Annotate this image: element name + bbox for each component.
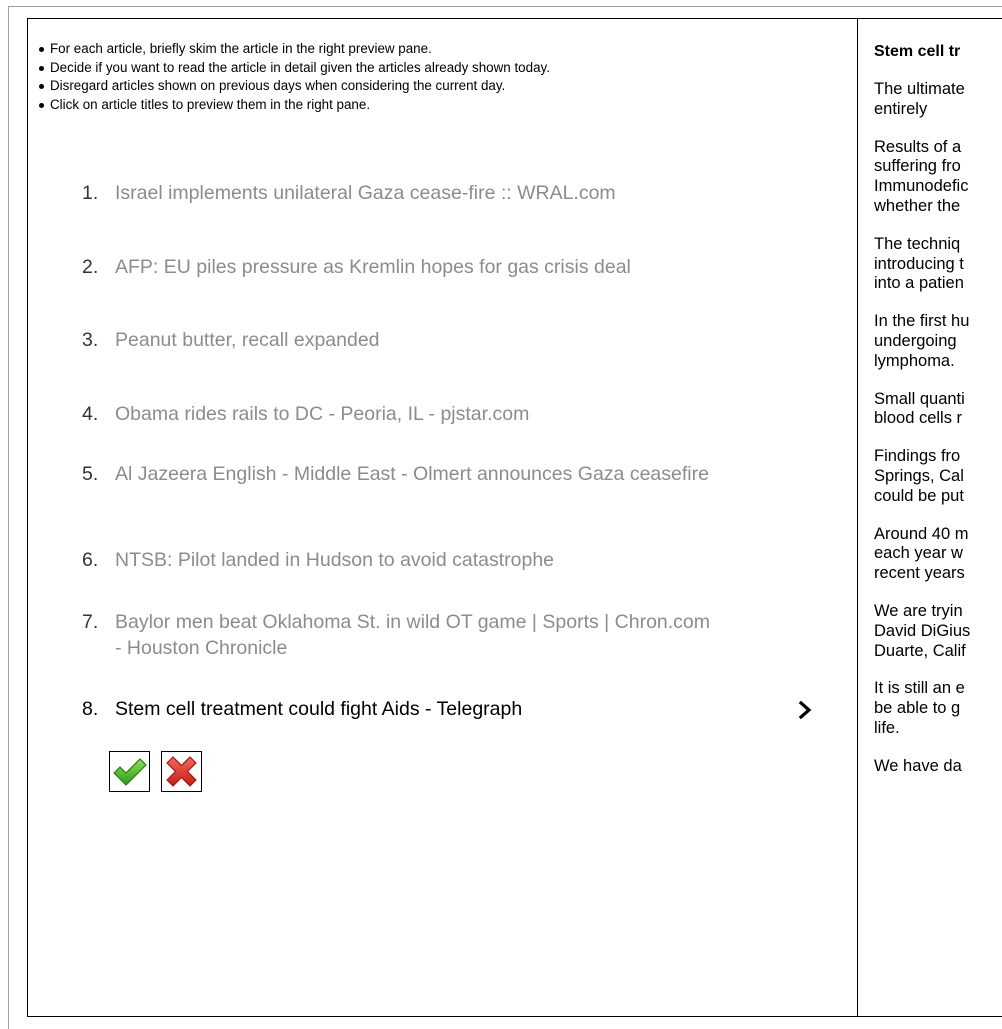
article-number: 5. [82, 463, 99, 485]
article-number: 7. [82, 611, 99, 633]
preview-paragraph: Results of a suffering fro Immunodefic whet… [874, 137, 969, 215]
preview-content: Stem cell tr The ultimate entirely Results… [874, 42, 1002, 795]
experiment-panel: For each article, briefly skim the artic… [27, 18, 1002, 1017]
article-title-link[interactable]: Stem cell treatment could fight Aids - T… [115, 697, 715, 723]
article-item: 4. Obama rides rails to DC - Peoria, IL … [82, 402, 722, 428]
preview-paragraph: It is still an e be able to g life. [874, 679, 965, 737]
article-number: 2. [82, 256, 99, 278]
article-item: 2. AFP: EU piles pressure as Kremlin hop… [82, 255, 722, 281]
preview-body: The ultimate entirely Results of a sufferin… [874, 80, 1002, 777]
article-number: 4. [82, 403, 99, 425]
preview-paragraph: We have da [874, 756, 962, 775]
accept-button[interactable] [109, 751, 150, 792]
preview-paragraph: The ultimate entirely [874, 80, 965, 118]
chevron-right-icon[interactable] [795, 700, 815, 720]
article-number: 8. [82, 698, 99, 720]
article-item-selected: 8. Stem cell treatment could fight Aids … [82, 697, 722, 723]
preview-paragraph: The techniq introducing t into a patien [874, 234, 964, 293]
article-title-link[interactable]: Al Jazeera English - Middle East - Olmer… [115, 462, 715, 488]
reject-button[interactable] [161, 751, 202, 792]
article-title-link[interactable]: AFP: EU piles pressure as Kremlin hopes … [115, 255, 715, 281]
preview-paragraph: Findings fro Springs, Cal could be put [874, 447, 964, 505]
article-item: 7. Baylor men beat Oklahoma St. in wild … [82, 610, 722, 661]
article-title-link[interactable]: Obama rides rails to DC - Peoria, IL - p… [115, 402, 715, 428]
article-number: 1. [82, 182, 99, 204]
article-title-link[interactable]: Israel implements unilateral Gaza cease-… [115, 181, 715, 207]
green-check-icon [113, 758, 147, 786]
article-item: 5. Al Jazeera English - Middle East - Ol… [82, 462, 722, 488]
article-title-link[interactable]: NTSB: Pilot landed in Hudson to avoid ca… [115, 548, 715, 574]
article-preview-pane[interactable]: Stem cell tr The ultimate entirely Results… [858, 19, 1002, 1016]
preview-paragraph: In the first hu undergoing lymphoma. [874, 312, 970, 370]
instruction-item: For each article, briefly skim the artic… [34, 40, 550, 59]
article-title-link[interactable]: Peanut butter, recall expanded [115, 328, 715, 354]
preview-paragraph: Small quanti blood cells r [874, 389, 965, 428]
preview-paragraph: We are tryin David DiGius Duarte, Calif [874, 601, 971, 660]
article-item: 6. NTSB: Pilot landed in Hudson to avoid… [82, 548, 722, 574]
article-list-pane: For each article, briefly skim the artic… [28, 19, 858, 1016]
preview-paragraph: Around 40 m each year w recent years [874, 524, 969, 583]
article-title-link[interactable]: Baylor men beat Oklahoma St. in wild OT … [115, 610, 715, 661]
article-item: 3. Peanut butter, recall expanded [82, 328, 722, 354]
preview-title: Stem cell tr [874, 43, 961, 60]
instructions-list: For each article, briefly skim the artic… [34, 40, 550, 114]
article-number: 6. [82, 549, 99, 571]
instruction-item: Decide if you want to read the article i… [34, 59, 550, 78]
article-item: 1. Israel implements unilateral Gaza cea… [82, 181, 722, 207]
instruction-item: Click on article titles to preview them … [34, 96, 550, 115]
article-number: 3. [82, 329, 99, 351]
instruction-item: Disregard articles shown on previous day… [34, 77, 550, 96]
red-x-icon [166, 756, 197, 787]
